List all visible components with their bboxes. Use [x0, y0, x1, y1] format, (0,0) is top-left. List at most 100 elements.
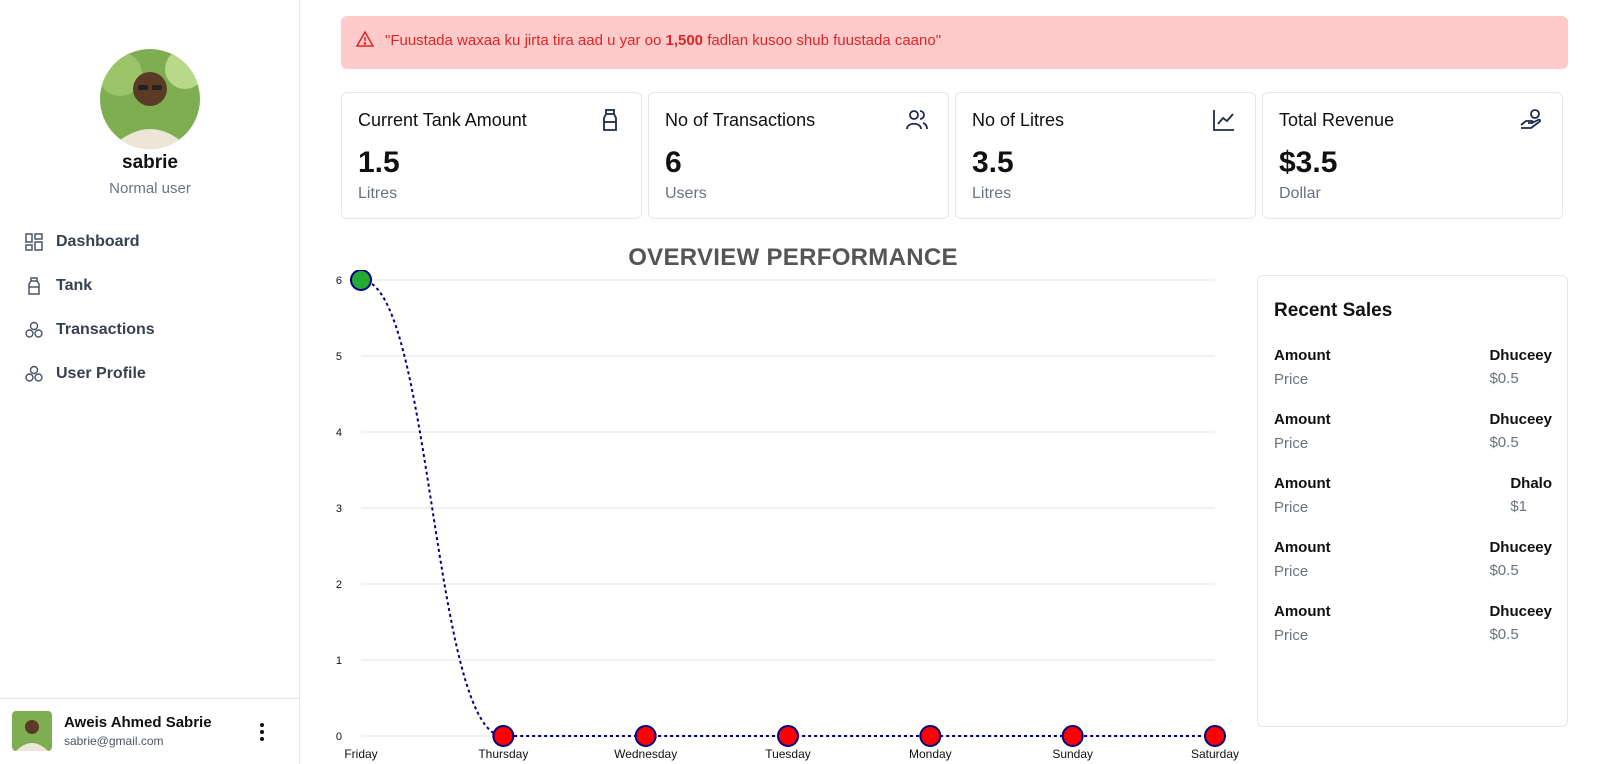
- sale-price: $0.5: [1489, 370, 1519, 387]
- sale-amount-label: Amount: [1274, 603, 1331, 620]
- sidebar-item-transactions[interactable]: Transactions: [24, 308, 155, 352]
- sale-price-label: Price: [1274, 371, 1309, 388]
- x-tick-label: Friday: [344, 747, 377, 761]
- dashboard-grid-icon: [24, 232, 44, 252]
- avatar[interactable]: [12, 711, 52, 751]
- user-name: Aweis Ahmed Sabrie: [64, 714, 212, 731]
- y-tick-label: 6: [336, 275, 342, 287]
- stat-value: 1.5: [358, 146, 400, 179]
- warning-triangle-icon: [355, 30, 375, 53]
- list-item[interactable]: Amount Price Dhalo $1: [1274, 475, 1552, 525]
- recent-sales-title: Recent Sales: [1274, 300, 1393, 321]
- line-chart-icon: [1211, 107, 1237, 133]
- data-point: [350, 270, 372, 291]
- sale-price: $0.5: [1489, 434, 1519, 451]
- stat-card-tank-amount: Current Tank Amount 1.5 Litres: [341, 92, 642, 219]
- data-point: [1204, 725, 1226, 747]
- stat-card-litres: No of Litres 3.5 Litres: [955, 92, 1256, 219]
- stat-card-transactions: No of Transactions 6 Users: [648, 92, 949, 219]
- sale-details: Dhuceey $0.5: [1489, 539, 1552, 579]
- data-point: [634, 725, 657, 747]
- data-point: [492, 725, 515, 747]
- sidebar-item-user-profile[interactable]: User Profile: [24, 352, 155, 396]
- bottle-icon: [597, 107, 623, 133]
- data-point: [1061, 725, 1084, 747]
- sale-details: Dhalo $1: [1510, 475, 1552, 515]
- overview-performance-chart: 0 1 2 3 4 5 6 Friday Thursday Wednesday Tuesday Mon…: [336, 270, 1239, 761]
- cubes-icon: [24, 364, 44, 384]
- y-tick-label: 2: [336, 579, 342, 591]
- y-tick-label: 5: [336, 351, 342, 363]
- stat-title: Current Tank Amount: [358, 110, 527, 130]
- stat-card-revenue: Total Revenue $3.5 Dollar: [1262, 92, 1563, 219]
- sidebar-item-tank[interactable]: Tank: [24, 264, 155, 308]
- low-tank-alert: "Fuustada waxaa ku jirta tira aad u yar …: [341, 16, 1568, 69]
- stat-unit: Litres: [972, 185, 1012, 202]
- stat-unit: Dollar: [1279, 185, 1321, 202]
- more-options-icon[interactable]: [254, 721, 270, 743]
- sidebar-item-label: Transactions: [56, 321, 155, 338]
- users-icon: [904, 107, 930, 133]
- y-tick-label: 0: [336, 731, 342, 743]
- hand-coins-icon: [1518, 107, 1544, 133]
- stat-title: Total Revenue: [1279, 110, 1395, 130]
- bottle-icon: [24, 276, 44, 296]
- list-item[interactable]: Amount Price Dhuceey $0.5: [1274, 411, 1552, 461]
- y-tick-label: 1: [336, 655, 342, 667]
- x-tick-label: Thursday: [478, 747, 528, 761]
- sale-product-name: Dhuceey: [1489, 539, 1552, 556]
- x-tick-label: Tuesday: [765, 747, 811, 761]
- profile-role: Normal user: [109, 180, 191, 197]
- sale-price: $1: [1510, 498, 1528, 515]
- stat-unit: Users: [665, 185, 707, 202]
- sale-price-label: Price: [1274, 499, 1309, 516]
- profile-avatar[interactable]: [100, 49, 200, 149]
- stat-title: No of Transactions: [665, 110, 816, 130]
- sale-product-name: Dhuceey: [1489, 411, 1552, 428]
- sidebar: sabrie Normal user Dashboard Tank Transa…: [0, 0, 300, 764]
- sale-price: $0.5: [1489, 626, 1519, 643]
- list-item[interactable]: Amount Price Dhuceey $0.5: [1274, 347, 1552, 397]
- sidebar-item-label: Dashboard: [56, 233, 140, 250]
- stat-value: 6: [665, 146, 682, 179]
- user-footer: Aweis Ahmed Sabrie sabrie@gmail.com: [0, 698, 300, 764]
- recent-sales-panel: Recent Sales Amount Price Dhuceey $0.5 Amoun…: [1257, 275, 1568, 727]
- alert-highlight: 1,500: [665, 32, 704, 49]
- stat-title: No of Litres: [972, 110, 1065, 130]
- chart-title: OVERVIEW PERFORMANCE: [628, 244, 958, 271]
- sale-product-name: Dhuceey: [1489, 347, 1552, 364]
- sale-price-label: Price: [1274, 563, 1309, 580]
- sidebar-item-dashboard[interactable]: Dashboard: [24, 220, 155, 264]
- stat-value: 3.5: [972, 146, 1014, 179]
- data-point: [919, 725, 942, 747]
- x-tick-label: Saturday: [1191, 747, 1239, 761]
- y-tick-label: 4: [336, 427, 342, 439]
- alert-text-prefix: "Fuustada waxaa ku jirta tira aad u yar …: [385, 32, 666, 49]
- sidebar-item-label: Tank: [56, 277, 93, 294]
- sale-details: Dhuceey $0.5: [1489, 347, 1552, 387]
- sale-details: Dhuceey $0.5: [1489, 603, 1552, 643]
- sidebar-item-label: User Profile: [56, 365, 146, 382]
- sale-price: $0.5: [1489, 562, 1519, 579]
- stat-value: $3.5: [1279, 146, 1338, 179]
- data-point: [777, 725, 799, 747]
- x-tick-label: Wednesday: [614, 747, 677, 761]
- alert-message: "Fuustada waxaa ku jirta tira aad u yar …: [385, 32, 941, 49]
- y-tick-label: 3: [336, 503, 342, 515]
- sale-amount-label: Amount: [1274, 347, 1331, 364]
- sidebar-nav: Dashboard Tank Transactions User Profile: [24, 220, 155, 396]
- alert-text-suffix: fadlan kusoo shub fuustada caano": [703, 32, 942, 49]
- x-tick-label: Monday: [909, 747, 952, 761]
- sale-details: Dhuceey $0.5: [1489, 411, 1552, 451]
- list-item[interactable]: Amount Price Dhuceey $0.5: [1274, 539, 1552, 589]
- sale-product-name: Dhuceey: [1489, 603, 1552, 620]
- sale-price-label: Price: [1274, 627, 1309, 644]
- sale-product-name: Dhalo: [1510, 475, 1552, 492]
- cubes-icon: [24, 320, 44, 340]
- sale-amount-label: Amount: [1274, 475, 1331, 492]
- sale-price-label: Price: [1274, 435, 1309, 452]
- x-tick-label: Sunday: [1052, 747, 1093, 761]
- profile-name: sabrie: [122, 152, 178, 173]
- list-item[interactable]: Amount Price Dhuceey $0.5: [1274, 603, 1552, 653]
- user-email: sabrie@gmail.com: [64, 734, 164, 748]
